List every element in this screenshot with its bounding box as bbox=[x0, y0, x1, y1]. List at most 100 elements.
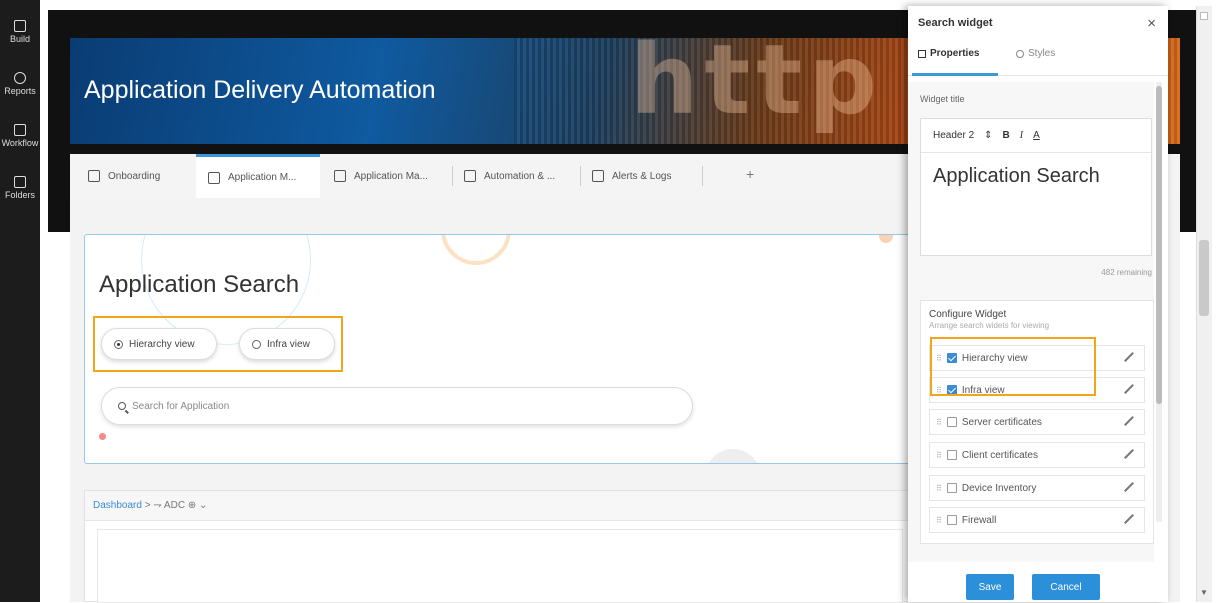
breadcrumb: Dashboard > ⇁ ADC ⊕ ⌄ bbox=[85, 491, 913, 521]
tab-properties[interactable]: Properties bbox=[918, 48, 979, 59]
edit-doc-icon bbox=[334, 170, 346, 182]
save-button[interactable]: Save bbox=[966, 574, 1014, 600]
decor-dot bbox=[99, 433, 106, 440]
breadcrumb-dashboard-link[interactable]: Dashboard bbox=[93, 500, 142, 511]
dashboard-content bbox=[97, 529, 903, 603]
rail-label-folders: Folders bbox=[4, 190, 35, 200]
tab-divider bbox=[580, 166, 581, 186]
folders-icon bbox=[14, 176, 26, 188]
rail-item-build[interactable]: Build bbox=[0, 6, 40, 58]
rail-item-workflow[interactable]: Workflow bbox=[0, 110, 40, 162]
configure-widget-title: Configure Widget bbox=[929, 309, 1007, 320]
edit-pencil-icon[interactable] bbox=[1124, 352, 1134, 362]
checked-widgets-highlight bbox=[930, 337, 1096, 396]
radio-selected-icon bbox=[114, 339, 123, 349]
user-tree-icon bbox=[208, 171, 220, 184]
application-search-input[interactable]: Search for Application bbox=[101, 387, 693, 425]
tab-label: Application Ma... bbox=[354, 170, 428, 182]
scroll-down-arrow-icon[interactable]: ▼ bbox=[1200, 588, 1208, 597]
styles-icon bbox=[1016, 49, 1024, 58]
rail-item-folders[interactable]: Folders bbox=[0, 162, 40, 214]
widget-checkbox[interactable] bbox=[946, 450, 957, 460]
widget-item-label: Firewall bbox=[961, 514, 997, 526]
panel-tabs: Properties Styles bbox=[908, 40, 1168, 76]
widget-checkbox[interactable] bbox=[946, 515, 957, 525]
widget-item-label: Client certificates bbox=[961, 449, 1038, 461]
search-icon bbox=[118, 402, 126, 410]
page-scrollbar-thumb[interactable] bbox=[1199, 240, 1209, 316]
infra-view-radio[interactable]: Infra view bbox=[239, 328, 335, 360]
build-icon bbox=[14, 20, 26, 32]
tab-styles-label: Styles bbox=[1028, 48, 1056, 59]
edit-pencil-icon[interactable] bbox=[1124, 416, 1134, 426]
automation-icon bbox=[464, 170, 476, 182]
edit-pencil-icon[interactable] bbox=[1124, 482, 1134, 492]
widget-title-editor[interactable]: Header 2 ⇕ B I A Application Search bbox=[920, 118, 1152, 256]
rail-label-workflow: Workflow bbox=[1, 138, 39, 148]
dashboard-card: Dashboard > ⇁ ADC ⊕ ⌄ bbox=[84, 490, 914, 603]
drag-handle-icon[interactable]: ⠿ bbox=[936, 484, 942, 493]
banner-decor-text: http bbox=[630, 38, 883, 136]
configure-widget-subtitle: Arrange search widets for viewing bbox=[929, 321, 1050, 330]
application-search-widget: Application Search Hierarchy view Infra … bbox=[84, 234, 914, 464]
add-tab-button[interactable]: + bbox=[746, 166, 754, 182]
tab-application-ma[interactable]: Application Ma... bbox=[328, 154, 450, 198]
tab-label: Automation & ... bbox=[484, 170, 556, 182]
home-icon bbox=[88, 170, 100, 182]
tab-automation[interactable]: Automation & ... bbox=[458, 154, 582, 198]
widget-title-label: Widget title bbox=[920, 94, 965, 104]
breadcrumb-path[interactable]: > ⇁ ADC ⊕ ⌄ bbox=[142, 500, 208, 511]
edit-pencil-icon[interactable] bbox=[1124, 514, 1134, 524]
radio-unselected-icon bbox=[252, 339, 261, 349]
hierarchy-view-radio[interactable]: Hierarchy view bbox=[101, 328, 217, 360]
heading-select-arrow-icon[interactable]: ⇕ bbox=[984, 130, 992, 141]
bold-button[interactable]: B bbox=[1003, 130, 1010, 141]
tab-styles[interactable]: Styles bbox=[1016, 48, 1055, 59]
widget-item-client-certificates[interactable]: ⠿ Client certificates bbox=[929, 442, 1145, 468]
decor-dot bbox=[879, 235, 893, 243]
drag-handle-icon[interactable]: ⠿ bbox=[936, 451, 942, 460]
close-icon[interactable]: × bbox=[1147, 15, 1156, 32]
radio-label: Hierarchy view bbox=[129, 338, 195, 350]
rail-label-reports: Reports bbox=[4, 86, 36, 96]
page-title: Application Delivery Automation bbox=[84, 76, 436, 104]
tab-onboarding[interactable]: Onboarding bbox=[80, 154, 190, 198]
tab-label: Alerts & Logs bbox=[612, 170, 672, 182]
widget-item-device-inventory[interactable]: ⠿ Device Inventory bbox=[929, 475, 1145, 501]
search-widget-panel: Search widget × Properties Styles Widget… bbox=[908, 6, 1168, 602]
drag-handle-icon[interactable]: ⠿ bbox=[936, 516, 942, 525]
tab-label: Onboarding bbox=[108, 170, 161, 182]
tab-divider bbox=[702, 166, 703, 186]
edit-pencil-icon[interactable] bbox=[1124, 449, 1134, 459]
tab-label: Application M... bbox=[228, 172, 297, 183]
heading-select[interactable]: Header 2 bbox=[933, 130, 974, 141]
active-tab-indicator bbox=[912, 73, 998, 76]
panel-header: Search widget × bbox=[908, 6, 1168, 40]
drag-handle-icon[interactable]: ⠿ bbox=[936, 418, 942, 427]
workflow-icon bbox=[14, 124, 26, 136]
radio-label: Infra view bbox=[267, 338, 310, 350]
tab-properties-label: Properties bbox=[930, 48, 980, 59]
widget-item-label: Device Inventory bbox=[961, 482, 1037, 494]
cancel-button[interactable]: Cancel bbox=[1032, 574, 1100, 600]
widget-item-firewall[interactable]: ⠿ Firewall bbox=[929, 507, 1145, 533]
tab-application-m[interactable]: Application M... bbox=[196, 154, 320, 198]
rail-item-reports[interactable]: Reports bbox=[0, 58, 40, 110]
reports-icon bbox=[14, 72, 26, 84]
properties-icon bbox=[918, 49, 926, 58]
edit-pencil-icon[interactable] bbox=[1124, 384, 1134, 394]
widget-item-server-certificates[interactable]: ⠿ Server certificates bbox=[929, 409, 1145, 435]
tab-alerts-logs[interactable]: Alerts & Logs bbox=[586, 154, 696, 198]
underline-button[interactable]: A bbox=[1033, 130, 1040, 141]
editor-content[interactable]: Application Search bbox=[921, 153, 1151, 200]
panel-scrollbar-thumb[interactable] bbox=[1156, 86, 1162, 404]
scroll-up-arrow[interactable] bbox=[1200, 12, 1208, 20]
left-rail: Build Reports Workflow Folders bbox=[0, 0, 40, 602]
italic-button[interactable]: I bbox=[1020, 130, 1023, 141]
widget-item-label: Server certificates bbox=[961, 416, 1042, 428]
search-placeholder: Search for Application bbox=[132, 400, 230, 412]
widget-checkbox[interactable] bbox=[946, 483, 957, 493]
widget-title: Application Search bbox=[99, 271, 300, 298]
rail-label-build: Build bbox=[9, 34, 30, 44]
widget-checkbox[interactable] bbox=[946, 417, 957, 427]
